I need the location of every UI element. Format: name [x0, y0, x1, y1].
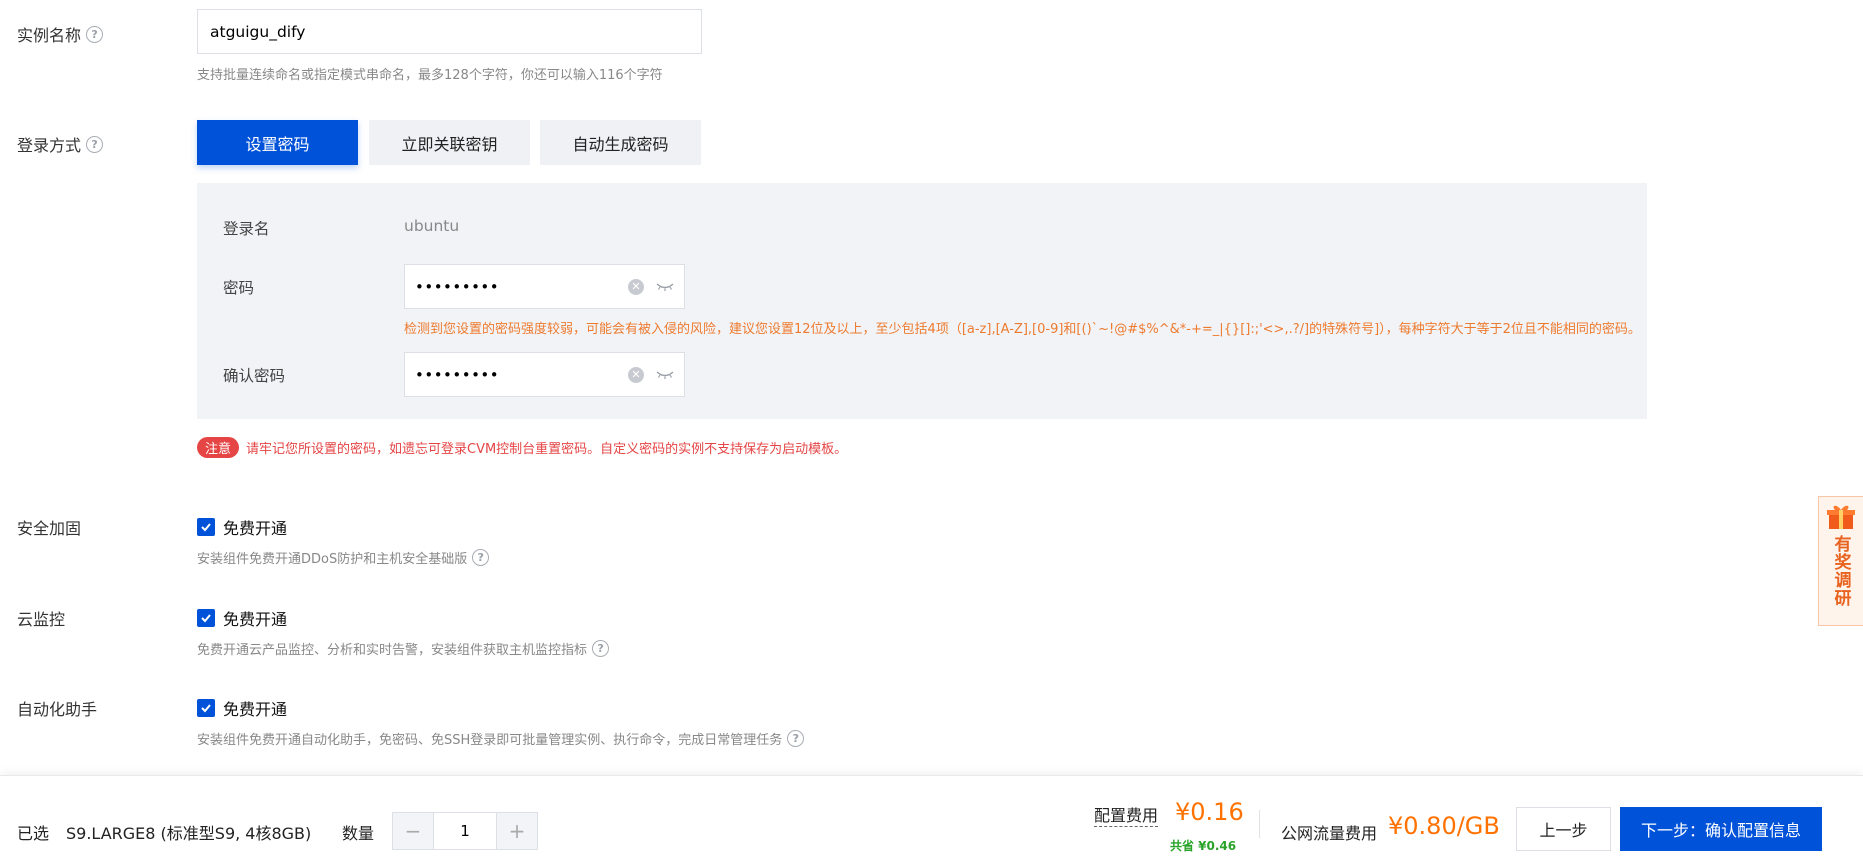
quantity-label: 数量 — [342, 824, 375, 843]
monitoring-hint: 免费开通云产品监控、分析和实时告警，安装组件获取主机监控指标 ? — [197, 639, 610, 658]
username-value: ubuntu — [404, 217, 460, 235]
help-icon[interactable]: ? — [86, 25, 104, 43]
gift-icon — [1827, 505, 1855, 529]
password-input[interactable]: ••••••••• ✕ — [404, 264, 685, 309]
saving-amount: 共省 ¥0.46 — [1170, 839, 1237, 853]
confirm-password-mask: ••••••••• — [415, 365, 500, 384]
monitoring-checkbox-label: 免费开通 — [223, 610, 288, 629]
eye-closed-icon[interactable] — [656, 282, 674, 292]
survey-widget[interactable]: 有奖调研 — [1818, 496, 1863, 626]
checkbox-checked-icon[interactable] — [197, 518, 215, 536]
help-icon[interactable]: ? — [86, 135, 104, 153]
tab-associate-key[interactable]: 立即关联密钥 — [369, 120, 530, 165]
automation-checkbox-label: 免费开通 — [223, 700, 288, 719]
confirm-password-input[interactable]: ••••••••• ✕ — [404, 352, 685, 397]
password-mask: ••••••••• — [415, 277, 500, 296]
login-panel: 登录名 ubuntu 密码 ••••••••• ✕ 检测到您设置的密码强度较弱，… — [197, 183, 1647, 419]
help-icon[interactable]: ? — [472, 549, 490, 566]
instance-name-hint: 支持批量连续命名或指定模式串命名，最多128个字符，你还可以输入116个字符 — [197, 68, 663, 83]
automation-label: 自动化助手 — [17, 700, 98, 719]
note-text: 请牢记您所设置的密码，如遗忘可登录CVM控制台重置密码。自定义密码的实例不支持保… — [246, 442, 848, 457]
bottom-bar: 已选 S9.LARGE8 (标准型S9, 4核8GB) 数量 − 1 + 配置费… — [0, 775, 1863, 859]
instance-name-label: 实例名称 ? — [17, 22, 104, 46]
decrement-button[interactable]: − — [393, 813, 433, 849]
clear-icon[interactable]: ✕ — [628, 278, 644, 295]
help-icon[interactable]: ? — [592, 640, 610, 657]
prev-step-button[interactable]: 上一步 — [1516, 807, 1611, 851]
selected-label: 已选 — [17, 824, 50, 843]
username-label: 登录名 — [223, 220, 270, 238]
increment-button[interactable]: + — [497, 813, 537, 849]
help-icon[interactable]: ? — [787, 730, 805, 747]
password-label: 密码 — [223, 279, 255, 297]
eye-closed-icon[interactable] — [656, 370, 674, 380]
instance-name-input[interactable] — [197, 9, 702, 54]
next-step-button[interactable]: 下一步：确认配置信息 — [1620, 807, 1822, 851]
security-checkbox-label: 免费开通 — [223, 519, 288, 538]
clear-icon[interactable]: ✕ — [628, 366, 644, 383]
monitoring-label: 云监控 — [17, 610, 66, 629]
security-hint: 安装组件免费开通DDoS防护和主机安全基础版 ? — [197, 548, 490, 567]
note-badge: 注意 — [197, 437, 240, 458]
automation-checkbox[interactable]: 免费开通 — [197, 696, 287, 720]
config-fee-value: ¥0.16 — [1175, 798, 1244, 826]
security-label: 安全加固 — [17, 519, 82, 538]
divider — [1259, 810, 1260, 838]
checkbox-checked-icon[interactable] — [197, 699, 215, 717]
quantity-input[interactable]: 1 — [433, 813, 497, 849]
monitoring-checkbox[interactable]: 免费开通 — [197, 606, 287, 630]
checkbox-checked-icon[interactable] — [197, 609, 215, 627]
tab-auto-generate-password[interactable]: 自动生成密码 — [540, 120, 701, 165]
automation-hint: 安装组件免费开通自动化助手，免密码、免SSH登录即可批量管理实例、执行命令，完成… — [197, 729, 805, 748]
security-checkbox[interactable]: 免费开通 — [197, 515, 287, 539]
traffic-fee-label: 公网流量费用 — [1281, 824, 1378, 843]
config-fee-label[interactable]: 配置费用 — [1094, 806, 1159, 827]
login-method-label: 登录方式 ? — [17, 132, 104, 156]
password-strength-warning: 检测到您设置的密码强度较弱，可能会有被入侵的风险，建议您设置12位及以上，至少包… — [404, 322, 1641, 337]
quantity-stepper: − 1 + — [392, 812, 538, 850]
tab-set-password[interactable]: 设置密码 — [197, 120, 358, 165]
selected-spec: S9.LARGE8 (标准型S9, 4核8GB) — [66, 824, 312, 843]
confirm-password-label: 确认密码 — [223, 367, 286, 385]
traffic-fee-value: ¥0.80/GB — [1388, 812, 1500, 840]
survey-label: 有奖调研 — [1830, 535, 1851, 607]
